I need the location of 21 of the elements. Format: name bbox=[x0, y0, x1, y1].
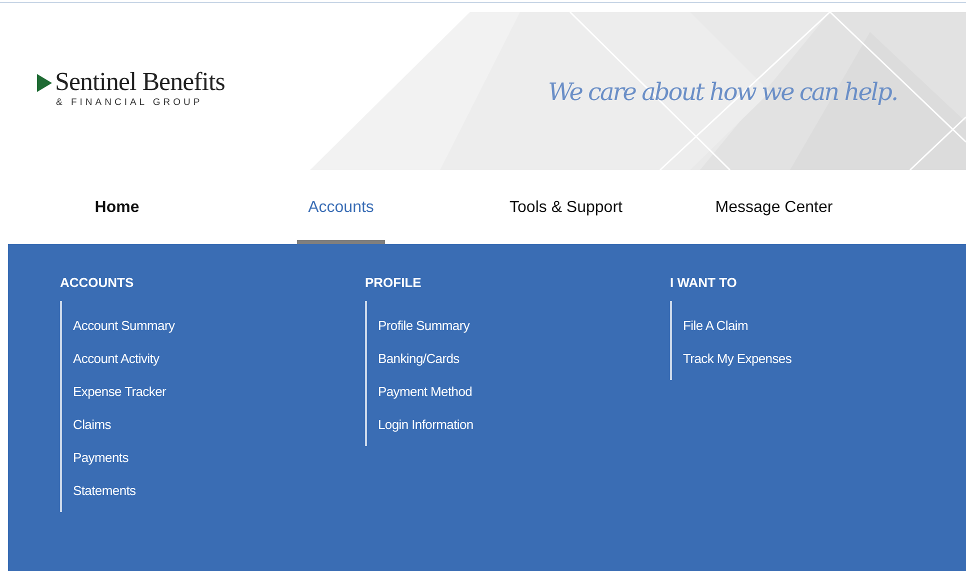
column-heading: PROFILE bbox=[365, 275, 422, 291]
tagline: We care about how we can help. bbox=[548, 77, 898, 108]
menu-link[interactable]: Track My Expenses bbox=[683, 350, 792, 368]
menu-link[interactable]: Expense Tracker bbox=[73, 383, 166, 401]
nav-tab[interactable]: Message Center bbox=[704, 172, 844, 244]
menu-link[interactable]: Banking/Cards bbox=[378, 350, 460, 368]
column-heading: ACCOUNTS bbox=[60, 275, 135, 291]
menu-link[interactable]: Login Information bbox=[378, 416, 474, 434]
nav-tab[interactable]: Home bbox=[84, 172, 150, 244]
menu-link[interactable]: Claims bbox=[73, 416, 111, 434]
column-heading: I WANT TO bbox=[670, 275, 738, 291]
menu-link[interactable]: File A Claim bbox=[683, 317, 748, 335]
menu-link[interactable]: Profile Summary bbox=[378, 317, 470, 335]
menu-link[interactable]: Payment Method bbox=[378, 383, 472, 401]
menu-link[interactable]: Payments bbox=[73, 449, 128, 467]
nav-tab[interactable]: Tools & Support bbox=[498, 172, 634, 244]
menu-link[interactable]: Account Activity bbox=[73, 350, 160, 368]
logo-subtitle: & FINANCIAL GROUP bbox=[56, 96, 204, 110]
menu-link[interactable]: Account Summary bbox=[73, 317, 175, 335]
logo-name: Sentinel Benefits bbox=[55, 68, 225, 96]
menu-link[interactable]: Statements bbox=[73, 482, 136, 500]
